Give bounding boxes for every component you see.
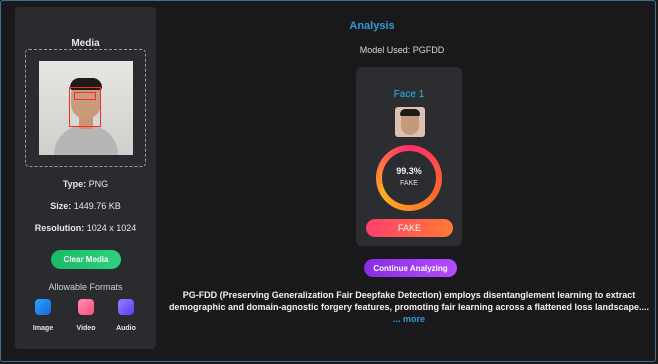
- media-preview-image: [39, 61, 133, 155]
- verdict-badge: FAKE: [366, 219, 453, 237]
- video-icon: [78, 299, 94, 315]
- format-audio-label: Audio: [116, 325, 136, 332]
- more-link[interactable]: ... more: [393, 314, 425, 324]
- media-resolution-info: Resolution: 1024 x 1024: [15, 223, 156, 233]
- size-value: 1449.76 KB: [73, 201, 121, 211]
- media-panel: Media Type: PNG Size: 1449.76 KB Resolut…: [15, 7, 156, 349]
- media-type-info: Type: PNG: [15, 179, 156, 189]
- clear-media-button[interactable]: Clear Media: [51, 250, 121, 269]
- resolution-label: Resolution:: [34, 223, 85, 233]
- score-verdict-label: FAKE: [400, 180, 418, 187]
- audio-icon: [118, 299, 134, 315]
- model-description-text: PG-FDD (Preserving Generalization Fair D…: [168, 290, 650, 312]
- type-value: PNG: [88, 179, 109, 189]
- model-used-text: Model Used: PGFDD: [359, 45, 445, 55]
- face-result-card: Face 1 99.3% FAKE FAKE: [356, 67, 462, 246]
- score-percent: 99.3%: [396, 166, 422, 176]
- format-image: Image: [23, 299, 63, 332]
- analysis-title: Analysis: [349, 20, 395, 32]
- allowable-formats-title: Allowable Formats: [48, 282, 123, 292]
- format-audio: Audio: [106, 299, 146, 332]
- format-image-label: Image: [32, 325, 54, 332]
- eye-detection-box: [74, 92, 96, 100]
- image-icon: [35, 299, 51, 315]
- model-description: PG-FDD (Preserving Generalization Fair D…: [168, 289, 650, 325]
- media-title: Media: [71, 38, 100, 49]
- resolution-value: 1024 x 1024: [86, 223, 137, 233]
- face-thumbnail: [395, 107, 425, 137]
- face-title: Face 1: [393, 89, 425, 100]
- media-dropzone[interactable]: [25, 49, 146, 167]
- format-video: Video: [66, 299, 106, 332]
- continue-analyzing-button[interactable]: Continue Analyzing: [364, 259, 457, 277]
- media-size-info: Size: 1449.76 KB: [15, 201, 156, 211]
- type-label: Type:: [62, 179, 87, 189]
- size-label: Size:: [50, 201, 72, 211]
- format-video-label: Video: [76, 325, 96, 332]
- score-ring: 99.3% FAKE: [376, 145, 442, 211]
